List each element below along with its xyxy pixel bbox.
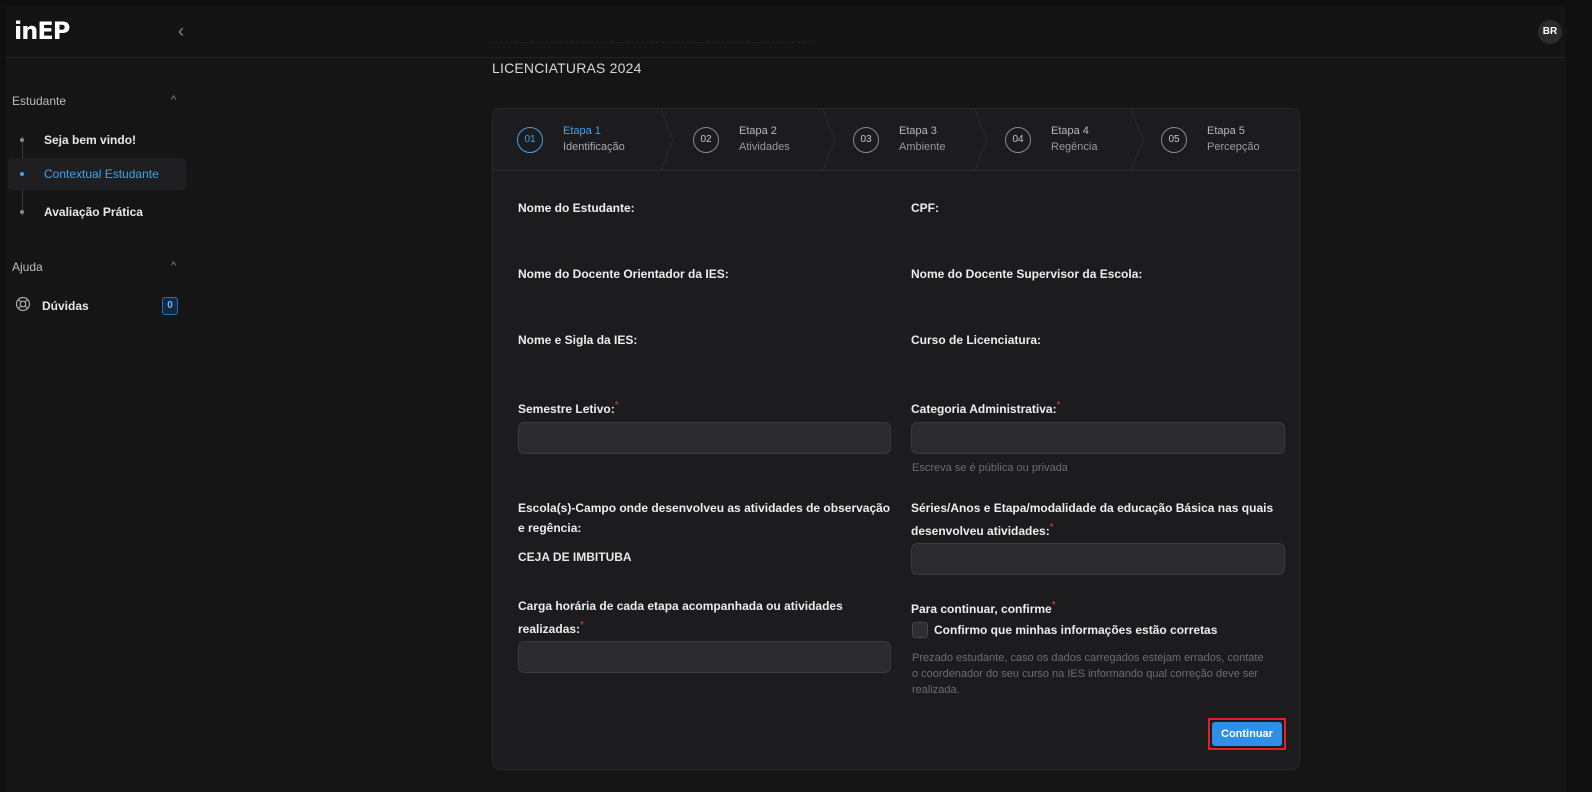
workload-label: Carga horária de cada etapa acompanhada … bbox=[518, 596, 858, 639]
section-header-ajuda[interactable]: Ajuda ^ bbox=[12, 260, 182, 280]
workload-input[interactable] bbox=[518, 641, 891, 673]
category-label: Categoria Administrativa:* bbox=[911, 396, 1061, 419]
sidebar-item-label: Contextual Estudante bbox=[44, 167, 159, 181]
supervisor-label: Nome do Docente Supervisor da Escola: bbox=[911, 267, 1143, 281]
step-title: Etapa 3 bbox=[899, 125, 937, 137]
collapse-sidebar-icon[interactable]: ‹ bbox=[172, 20, 190, 42]
cpf-label: CPF: bbox=[911, 201, 939, 215]
bullet-icon bbox=[20, 210, 24, 214]
chevron-up-icon: ^ bbox=[170, 260, 176, 272]
step-title: Etapa 5 bbox=[1207, 125, 1245, 137]
confirm-label: Para continuar, confirme* bbox=[911, 596, 1056, 619]
advisor-label: Nome do Docente Orientador da IES: bbox=[518, 267, 729, 281]
step-subtitle: Regência bbox=[1051, 141, 1098, 153]
cut-off-header-text bbox=[490, 42, 810, 50]
step-separator bbox=[661, 109, 675, 171]
step-subtitle: Ambiente bbox=[899, 141, 946, 153]
semester-label: Semestre Letivo:* bbox=[518, 396, 619, 419]
confirm-checkbox-label[interactable]: Confirmo que minhas informações estão co… bbox=[934, 620, 1217, 640]
step-subtitle: Atividades bbox=[739, 141, 790, 153]
inep-logo: inEP bbox=[14, 17, 70, 45]
school-value: CEJA DE IMBITUBA bbox=[518, 550, 632, 564]
ies-label: Nome e Sigla da IES: bbox=[518, 333, 638, 347]
step-number: 01 bbox=[517, 127, 543, 153]
sidebar-item-duvidas[interactable]: Dúvidas 0 bbox=[10, 294, 182, 318]
step-separator bbox=[975, 109, 989, 171]
section-title: Ajuda bbox=[12, 260, 43, 274]
confirm-hint: Prezado estudante, caso os dados carrega… bbox=[912, 652, 1264, 696]
step-separator bbox=[823, 109, 837, 171]
required-mark: * bbox=[1056, 400, 1061, 411]
lifebuoy-icon bbox=[14, 296, 32, 314]
sidebar-item-contextual[interactable]: Contextual Estudante bbox=[8, 158, 186, 190]
required-mark: * bbox=[580, 620, 584, 631]
bullet-icon bbox=[20, 172, 24, 176]
confirm-label-text: Para continuar, confirme bbox=[911, 602, 1052, 616]
confirm-checkbox[interactable] bbox=[912, 622, 928, 638]
sidebar-item-label: Avaliação Prática bbox=[44, 205, 143, 219]
continue-button-highlight: Continuar bbox=[1208, 718, 1286, 750]
step-2[interactable]: 02 Etapa 2 Atividades bbox=[693, 123, 823, 159]
count-badge: 0 bbox=[162, 297, 178, 315]
sidebar-item-label: Dúvidas bbox=[42, 299, 89, 313]
step-separator bbox=[1131, 109, 1145, 171]
page-title: LICENCIATURAS 2024 bbox=[492, 60, 642, 76]
sidebar-item-label: Seja bem vindo! bbox=[44, 133, 137, 147]
continue-button[interactable]: Continuar bbox=[1212, 722, 1282, 746]
step-title: Etapa 2 bbox=[739, 125, 777, 137]
top-bar: inEP ‹ BR bbox=[6, 6, 1566, 58]
stepper: 01 Etapa 1 Identificação 02 Etapa 2 Ativ… bbox=[493, 109, 1299, 171]
step-title: Etapa 1 bbox=[563, 125, 601, 137]
course-label: Curso de Licenciatura: bbox=[911, 333, 1042, 347]
required-mark: * bbox=[614, 400, 619, 411]
section-title: Estudante bbox=[12, 94, 67, 108]
school-label: Escola(s)-Campo onde desenvolveu as ativ… bbox=[518, 501, 891, 535]
step-number: 03 bbox=[853, 127, 879, 153]
semester-label-text: Semestre Letivo: bbox=[518, 402, 615, 416]
step-number: 05 bbox=[1161, 127, 1187, 153]
grades-label: Séries/Anos e Etapa/modalidade da educaç… bbox=[911, 498, 1285, 541]
required-mark: * bbox=[1049, 522, 1054, 533]
step-4[interactable]: 04 Etapa 4 Regência bbox=[1005, 123, 1135, 159]
step-subtitle: Percepção bbox=[1207, 141, 1260, 153]
grades-label-text: Séries/Anos e Etapa/modalidade da educaç… bbox=[911, 501, 1274, 538]
chevron-up-icon: ^ bbox=[170, 94, 176, 106]
student-name-label: Nome do Estudante: bbox=[518, 201, 635, 215]
step-title: Etapa 4 bbox=[1051, 125, 1089, 137]
step-subtitle: Identificação bbox=[563, 141, 625, 153]
step-3[interactable]: 03 Etapa 3 Ambiente bbox=[853, 123, 973, 159]
required-mark: * bbox=[1051, 600, 1056, 611]
step-number: 04 bbox=[1005, 127, 1031, 153]
workload-label-text: Carga horária de cada etapa acompanhada … bbox=[518, 599, 843, 636]
category-hint: Escreva se é pública ou privada bbox=[912, 462, 1068, 474]
sidebar-item-welcome[interactable]: Seja bem vindo! bbox=[8, 124, 186, 156]
category-label-text: Categoria Administrativa: bbox=[911, 402, 1057, 416]
section-header-estudante[interactable]: Estudante ^ bbox=[12, 94, 182, 114]
sidebar-item-evaluation[interactable]: Avaliação Prática bbox=[8, 196, 186, 228]
bullet-icon bbox=[20, 138, 24, 142]
category-input[interactable] bbox=[911, 422, 1285, 454]
step-1[interactable]: 01 Etapa 1 Identificação bbox=[517, 123, 657, 159]
sidebar: Estudante ^ Seja bem vindo! Contextual E… bbox=[6, 58, 188, 792]
step-number: 02 bbox=[693, 127, 719, 153]
step-5[interactable]: 05 Etapa 5 Percepção bbox=[1161, 123, 1291, 159]
user-avatar[interactable]: BR bbox=[1538, 20, 1562, 44]
semester-input[interactable] bbox=[518, 422, 891, 454]
grades-input[interactable] bbox=[911, 543, 1285, 575]
